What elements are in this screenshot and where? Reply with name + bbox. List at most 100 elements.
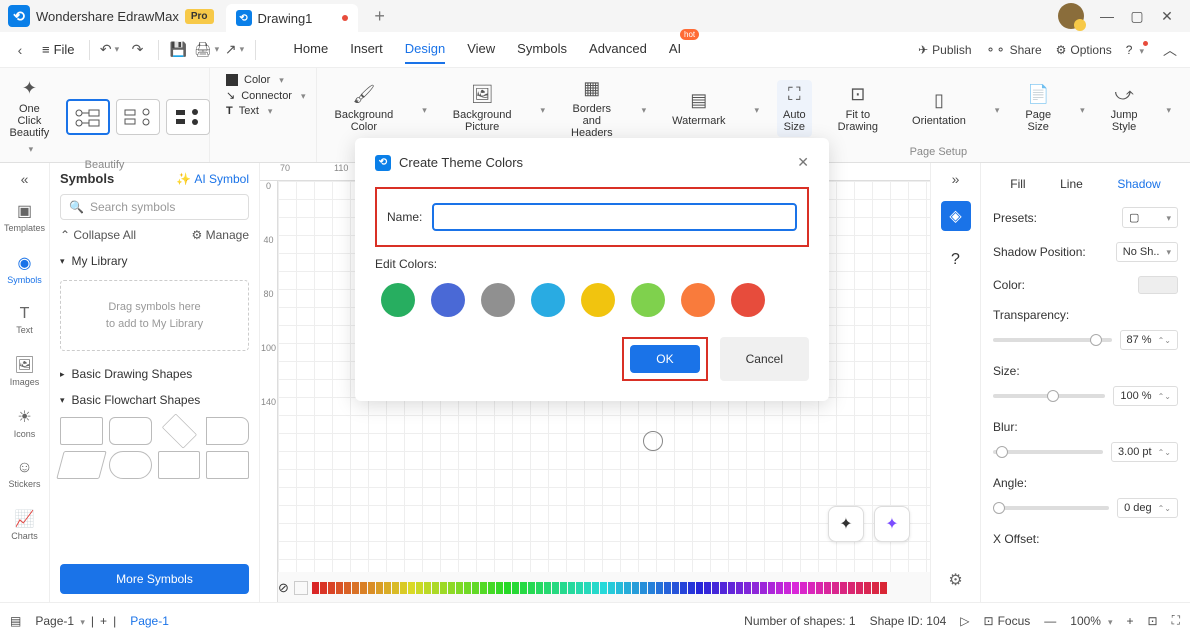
swatch-51[interactable] — [720, 582, 727, 594]
swatch-63[interactable] — [816, 582, 823, 594]
jump-chevron[interactable] — [1164, 101, 1172, 116]
transparency-value[interactable]: 87 % — [1120, 330, 1178, 350]
page-tab-1[interactable]: Page-1 — [122, 610, 177, 632]
expand-props-button[interactable]: » — [952, 171, 960, 187]
add-page-button[interactable]: + — [100, 614, 107, 628]
swatch-13[interactable] — [416, 582, 423, 594]
swatch-10[interactable] — [392, 582, 399, 594]
nav-charts[interactable]: 📈Charts — [6, 503, 44, 547]
style-panel-button[interactable]: ◈ — [941, 201, 971, 231]
nav-text[interactable]: TText — [6, 299, 44, 341]
swatch-48[interactable] — [696, 582, 703, 594]
swatch-18[interactable] — [456, 582, 463, 594]
swatch-57[interactable] — [768, 582, 775, 594]
nav-images[interactable]: 🖼Images — [6, 349, 44, 393]
ribbon-connector-button[interactable]: ↘Connector — [226, 89, 306, 102]
swatch-35[interactable] — [592, 582, 599, 594]
symbols-search[interactable]: 🔍Search symbols — [60, 194, 249, 220]
blur-value[interactable]: 3.00 pt — [1111, 442, 1178, 462]
borders-headers-button[interactable]: ▦Borders and Headers — [563, 74, 621, 143]
bg-pic-chevron[interactable] — [537, 101, 545, 116]
swatch-9[interactable] — [384, 582, 391, 594]
swatch-44[interactable] — [664, 582, 671, 594]
page-select-dropdown[interactable]: Page-1 — [35, 614, 85, 628]
more-symbols-button[interactable]: More Symbols — [60, 564, 249, 594]
nav-templates[interactable]: ▣Templates — [6, 195, 44, 239]
swatch-22[interactable] — [488, 582, 495, 594]
settings-button[interactable]: ⚙ — [948, 570, 962, 590]
nav-icons[interactable]: ☀Icons — [6, 401, 44, 445]
shadow-position-dropdown[interactable]: No Sh.. — [1116, 242, 1178, 262]
jump-style-button[interactable]: ⤻Jump Style — [1103, 80, 1146, 137]
swatch-41[interactable] — [640, 582, 647, 594]
size-value[interactable]: 100 % — [1113, 386, 1178, 406]
layout-option-3[interactable] — [166, 99, 210, 135]
shape-rect[interactable] — [60, 417, 103, 445]
one-click-beautify-button[interactable]: ✦ One Click Beautify — [0, 74, 60, 159]
document-tab[interactable]: ⟲ Drawing1 — [226, 4, 359, 32]
zoom-in-button[interactable]: + — [1127, 614, 1134, 628]
layout-option-1[interactable] — [66, 99, 110, 135]
swatch-68[interactable] — [856, 582, 863, 594]
swatch-60[interactable] — [792, 582, 799, 594]
swatch-37[interactable] — [608, 582, 615, 594]
options-button[interactable]: ⚙Options — [1056, 43, 1112, 57]
swatch-33[interactable] — [576, 582, 583, 594]
ai-assist-button-2[interactable]: ✦ — [874, 506, 910, 542]
library-drop-zone[interactable]: Drag symbols here to add to My Library — [60, 280, 249, 351]
play-button[interactable]: ▷ — [960, 614, 969, 628]
ribbon-color-button[interactable]: Color — [226, 74, 306, 86]
shadow-color-swatch[interactable] — [1138, 276, 1178, 294]
page-list-icon[interactable]: ▤ — [10, 614, 21, 628]
swatch-29[interactable] — [544, 582, 551, 594]
angle-slider[interactable] — [993, 506, 1109, 510]
fit-drawing-button[interactable]: ⊡Fit to Drawing — [830, 80, 886, 137]
nav-stickers[interactable]: ☺Stickers — [6, 453, 44, 495]
redo-button[interactable]: ↷ — [126, 38, 150, 62]
export-button[interactable]: ↗ — [223, 38, 247, 62]
swatch-43[interactable] — [656, 582, 663, 594]
swatch-38[interactable] — [616, 582, 623, 594]
swatch-24[interactable] — [504, 582, 511, 594]
share-button[interactable]: ⚬⚬Share — [986, 43, 1042, 57]
watermark-chevron[interactable] — [752, 101, 760, 116]
swatch-1[interactable] — [320, 582, 327, 594]
theme-color-2[interactable] — [481, 283, 515, 317]
orientation-button[interactable]: ▯Orientation — [904, 86, 974, 131]
shape-doc[interactable] — [206, 417, 249, 445]
shape-terminator[interactable] — [109, 451, 152, 479]
close-button[interactable]: ✕ — [1152, 8, 1182, 25]
tab-symbols[interactable]: Symbols — [517, 35, 567, 64]
swatch-55[interactable] — [752, 582, 759, 594]
basic-flowchart-section[interactable]: Basic Flowchart Shapes — [60, 387, 249, 413]
background-color-button[interactable]: 🖌Background Color — [327, 80, 402, 137]
swatch-8[interactable] — [376, 582, 383, 594]
shape-parallel[interactable] — [56, 451, 106, 479]
auto-size-button[interactable]: ⛶Auto Size — [777, 80, 812, 137]
zoom-out-button[interactable]: — — [1044, 614, 1056, 628]
background-picture-button[interactable]: 🖼Background Picture — [445, 80, 520, 137]
swatch-11[interactable] — [400, 582, 407, 594]
swatch-4[interactable] — [344, 582, 351, 594]
no-color-icon[interactable]: ⊘ — [278, 580, 289, 596]
swatch-2[interactable] — [328, 582, 335, 594]
undo-button[interactable]: ↶ — [98, 38, 122, 62]
tab-advanced[interactable]: Advanced — [589, 35, 647, 64]
swatch-20[interactable] — [472, 582, 479, 594]
theme-color-1[interactable] — [431, 283, 465, 317]
transparency-slider[interactable] — [993, 338, 1112, 342]
borders-chevron[interactable] — [639, 101, 647, 116]
swatch-53[interactable] — [736, 582, 743, 594]
ai-symbol-button[interactable]: ✨AI Symbol — [176, 172, 249, 186]
presets-dropdown[interactable]: ▢ — [1122, 207, 1178, 228]
zoom-value[interactable]: 100% — [1070, 614, 1112, 628]
theme-name-input[interactable] — [432, 203, 797, 231]
swatch-64[interactable] — [824, 582, 831, 594]
swatch-31[interactable] — [560, 582, 567, 594]
swatch-45[interactable] — [672, 582, 679, 594]
theme-color-6[interactable] — [681, 283, 715, 317]
theme-color-5[interactable] — [631, 283, 665, 317]
tab-ai[interactable]: AIhot — [669, 35, 681, 64]
swatch-3[interactable] — [336, 582, 343, 594]
props-tab-line[interactable]: Line — [1054, 173, 1089, 195]
